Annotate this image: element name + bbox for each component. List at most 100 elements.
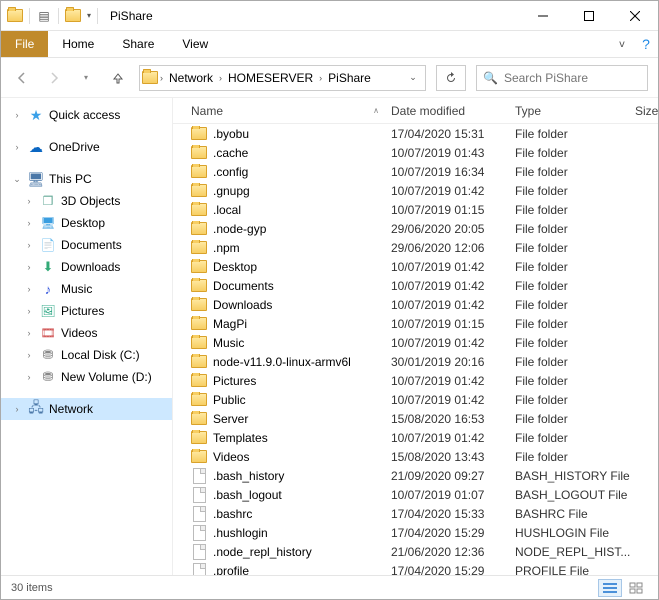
chevron-right-icon[interactable]: ›: [317, 73, 324, 83]
nav-quick-access[interactable]: › ★ Quick access: [1, 104, 172, 126]
qat-dropdown-icon[interactable]: ▾: [87, 11, 91, 20]
file-row[interactable]: .config10/07/2019 16:34File folder: [173, 162, 658, 181]
forward-button[interactable]: [43, 67, 65, 89]
main-area: › ★ Quick access › ☁ OneDrive ⌄ 🖥 This P…: [1, 98, 658, 575]
nav-this-pc[interactable]: ⌄ 🖥 This PC: [1, 168, 172, 190]
cloud-icon: ☁: [28, 139, 44, 155]
cell-date: 10/07/2019 01:42: [385, 336, 509, 350]
video-icon: 🎞: [40, 325, 56, 341]
up-button[interactable]: [107, 67, 129, 89]
nav-downloads[interactable]: ›⬇Downloads: [1, 256, 172, 278]
cell-type: File folder: [509, 393, 643, 407]
file-row[interactable]: .hushlogin17/04/2020 15:29HUSHLOGIN File: [173, 523, 658, 542]
recent-dropdown-icon[interactable]: ▾: [75, 67, 97, 89]
chevron-right-icon[interactable]: ›: [11, 142, 23, 152]
file-row[interactable]: Videos15/08/2020 13:43File folder: [173, 447, 658, 466]
file-row[interactable]: .byobu17/04/2020 15:31File folder: [173, 124, 658, 143]
close-button[interactable]: [612, 1, 658, 31]
file-row[interactable]: .node-gyp29/06/2020 20:05File folder: [173, 219, 658, 238]
file-row[interactable]: .bash_history21/09/2020 09:27BASH_HISTOR…: [173, 466, 658, 485]
column-label: Size: [635, 104, 658, 118]
folder-icon: [191, 145, 207, 161]
ribbon-tab-home[interactable]: Home: [48, 31, 108, 57]
file-row[interactable]: node-v11.9.0-linux-armv6l30/01/2019 20:1…: [173, 352, 658, 371]
column-size[interactable]: Size: [629, 104, 655, 118]
breadcrumb-folder[interactable]: PiShare: [324, 71, 375, 85]
breadcrumb-host[interactable]: HOMESERVER: [224, 71, 317, 85]
file-row[interactable]: Desktop10/07/2019 01:42File folder: [173, 257, 658, 276]
cell-name: .bashrc: [185, 506, 385, 522]
nav-network[interactable]: › 🖧 Network: [1, 398, 172, 420]
back-button[interactable]: [11, 67, 33, 89]
file-row[interactable]: Downloads10/07/2019 01:42File folder: [173, 295, 658, 314]
chevron-right-icon[interactable]: ›: [11, 110, 23, 120]
ribbon-tab-share[interactable]: Share: [108, 31, 168, 57]
search-box[interactable]: 🔍: [476, 65, 648, 91]
file-list[interactable]: .byobu17/04/2020 15:31File folder.cache1…: [173, 124, 658, 575]
file-row[interactable]: .profile17/04/2020 15:29PROFILE File: [173, 561, 658, 575]
nav-pictures[interactable]: ›🖼Pictures: [1, 300, 172, 322]
file-row[interactable]: MagPi10/07/2019 01:15File folder: [173, 314, 658, 333]
nav-desktop[interactable]: ›🖥Desktop: [1, 212, 172, 234]
chevron-right-icon[interactable]: ›: [11, 404, 23, 414]
folder-icon: [191, 202, 207, 218]
search-input[interactable]: [504, 71, 641, 85]
nav-documents[interactable]: ›📄Documents: [1, 234, 172, 256]
folder-icon: [7, 8, 23, 24]
cell-date: 10/07/2019 01:42: [385, 260, 509, 274]
cell-name: Downloads: [185, 297, 385, 313]
cell-name: .profile: [185, 563, 385, 576]
file-icon: [191, 468, 207, 484]
chevron-down-icon[interactable]: ⌄: [11, 174, 23, 185]
cell-name: Templates: [185, 430, 385, 446]
file-row[interactable]: .cache10/07/2019 01:43File folder: [173, 143, 658, 162]
ribbon-expand-icon[interactable]: ⅴ: [610, 31, 634, 57]
chevron-right-icon[interactable]: ›: [217, 73, 224, 83]
help-icon[interactable]: ?: [634, 31, 658, 57]
cell-date: 17/04/2020 15:31: [385, 127, 509, 141]
details-view-button[interactable]: [598, 579, 622, 597]
properties-icon[interactable]: ▤: [36, 8, 52, 24]
ribbon-tab-view[interactable]: View: [168, 31, 222, 57]
file-row[interactable]: Server15/08/2020 16:53File folder: [173, 409, 658, 428]
cell-name: Desktop: [185, 259, 385, 275]
nav-local-disk[interactable]: ›⛃Local Disk (C:): [1, 344, 172, 366]
file-row[interactable]: Templates10/07/2019 01:42File folder: [173, 428, 658, 447]
column-date[interactable]: Date modified: [385, 104, 509, 118]
ribbon-tab-file[interactable]: File: [1, 31, 48, 57]
chevron-right-icon[interactable]: ›: [158, 73, 165, 83]
nav-label: New Volume (D:): [61, 370, 172, 384]
nav-3d-objects[interactable]: ›❒3D Objects: [1, 190, 172, 212]
file-row[interactable]: .local10/07/2019 01:15File folder: [173, 200, 658, 219]
nav-label: Videos: [61, 326, 172, 340]
file-row[interactable]: .bashrc17/04/2020 15:33BASHRC File: [173, 504, 658, 523]
minimize-button[interactable]: [520, 1, 566, 31]
large-icons-view-button[interactable]: [624, 579, 648, 597]
address-field[interactable]: › Network › HOMESERVER › PiShare ⌄: [139, 65, 426, 91]
nav-new-volume[interactable]: ›⛃New Volume (D:): [1, 366, 172, 388]
column-name[interactable]: Name∧: [185, 104, 385, 118]
file-row[interactable]: .bash_logout10/07/2019 01:07BASH_LOGOUT …: [173, 485, 658, 504]
cell-name: .gnupg: [185, 183, 385, 199]
nav-onedrive[interactable]: › ☁ OneDrive: [1, 136, 172, 158]
file-row[interactable]: .gnupg10/07/2019 01:42File folder: [173, 181, 658, 200]
window-title: PiShare: [104, 9, 520, 23]
breadcrumb-network[interactable]: Network: [165, 71, 217, 85]
cell-date: 21/06/2020 12:36: [385, 545, 509, 559]
file-row[interactable]: Documents10/07/2019 01:42File folder: [173, 276, 658, 295]
nav-music[interactable]: ›♪Music: [1, 278, 172, 300]
refresh-button[interactable]: [436, 65, 466, 91]
file-row[interactable]: Pictures10/07/2019 01:42File folder: [173, 371, 658, 390]
column-type[interactable]: Type: [509, 104, 629, 118]
cell-type: BASH_HISTORY File: [509, 469, 643, 483]
file-row[interactable]: Music10/07/2019 01:42File folder: [173, 333, 658, 352]
desktop-icon: 🖥: [40, 215, 56, 231]
file-row[interactable]: .npm29/06/2020 12:06File folder: [173, 238, 658, 257]
file-row[interactable]: .node_repl_history21/06/2020 12:36NODE_R…: [173, 542, 658, 561]
cell-date: 29/06/2020 12:06: [385, 241, 509, 255]
address-dropdown-icon[interactable]: ⌄: [403, 72, 423, 83]
maximize-button[interactable]: [566, 1, 612, 31]
cell-type: File folder: [509, 203, 643, 217]
file-row[interactable]: Public10/07/2019 01:42File folder: [173, 390, 658, 409]
nav-videos[interactable]: ›🎞Videos: [1, 322, 172, 344]
